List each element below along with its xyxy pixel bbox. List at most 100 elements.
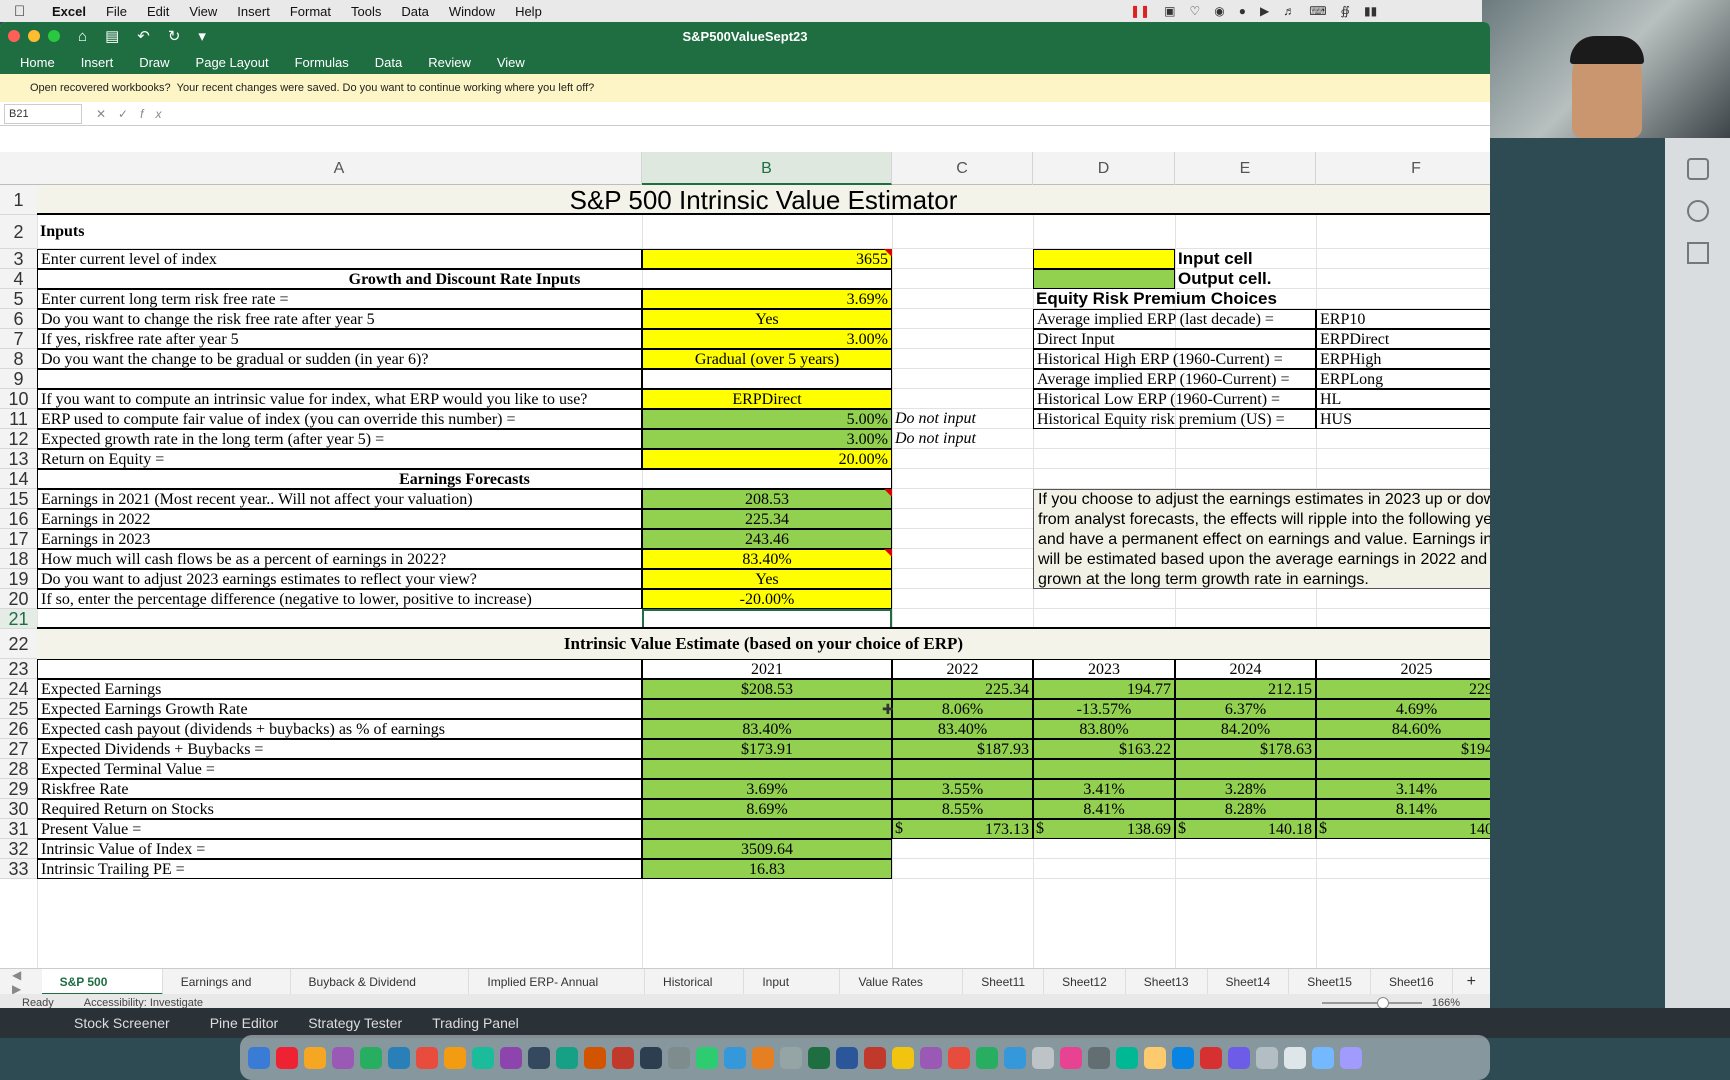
- blank-cell[interactable]: [642, 369, 892, 389]
- row-header[interactable]: 3: [0, 249, 37, 269]
- row-header[interactable]: 24: [0, 679, 37, 699]
- value-cell[interactable]: $173.91: [642, 739, 892, 759]
- value-cell[interactable]: 138.69: [1033, 819, 1175, 839]
- row-label[interactable]: Expected Dividends + Buybacks =: [37, 739, 642, 759]
- dock-app-icon[interactable]: [1284, 1046, 1306, 1069]
- row-header[interactable]: 16: [0, 509, 37, 529]
- dock-app-icon[interactable]: [864, 1046, 886, 1069]
- dock-app-icon[interactable]: [1228, 1046, 1250, 1069]
- record-icon[interactable]: ●: [1239, 4, 1246, 18]
- fx-icon[interactable]: ✕✓fx: [96, 107, 173, 121]
- value-cell[interactable]: 3.28%: [1175, 779, 1316, 799]
- value-cell[interactable]: 225.34: [892, 679, 1033, 699]
- erp-choice-code[interactable]: ERPHigh: [1316, 349, 1490, 369]
- dock-app-icon[interactable]: [696, 1046, 718, 1069]
- row-header[interactable]: 15: [0, 489, 37, 509]
- blank-cell[interactable]: [37, 369, 642, 389]
- legend-input-label[interactable]: Input cell: [1175, 249, 1316, 269]
- dock-app-icon[interactable]: [1088, 1046, 1110, 1069]
- value-cell[interactable]: 8.28%: [1175, 799, 1316, 819]
- cell-grid[interactable]: S&P 500 Intrinsic Value Estimator Inputs E…: [37, 185, 1490, 968]
- erp-choice-code[interactable]: ERPLong: [1316, 369, 1490, 389]
- tab-scroll-icon[interactable]: ◀ ▶: [0, 968, 42, 996]
- draw-tool-icon[interactable]: [1686, 158, 1709, 180]
- dollar-sign[interactable]: $: [1316, 819, 1336, 839]
- value-cell[interactable]: [892, 759, 1033, 779]
- dollar-sign[interactable]: $: [892, 819, 912, 839]
- dock-app-icon[interactable]: [276, 1046, 298, 1069]
- add-sheet-button[interactable]: +: [1453, 973, 1490, 991]
- year-header[interactable]: 2025: [1316, 659, 1490, 679]
- sheet-tab[interactable]: Sheet15: [1289, 968, 1371, 995]
- sheet-tab[interactable]: Input Choices: [744, 968, 841, 1012]
- sheet-tab[interactable]: Sheet16: [1371, 968, 1453, 995]
- row-label[interactable]: Present Value =: [37, 819, 642, 839]
- dock-app-icon[interactable]: [612, 1046, 634, 1069]
- camera-icon[interactable]: ◉: [1214, 4, 1224, 18]
- menu-window[interactable]: Window: [449, 4, 495, 19]
- tab-draw[interactable]: Draw: [139, 55, 169, 70]
- value-cell[interactable]: 140.92: [1316, 819, 1490, 839]
- row-label[interactable]: Expected cash payout (dividends + buybac…: [37, 719, 642, 739]
- input-label-r5[interactable]: Enter current long term risk free rate =: [37, 289, 642, 309]
- col-header-b[interactable]: B: [642, 152, 892, 185]
- pine-editor-tab[interactable]: Pine Editor: [210, 1015, 278, 1031]
- value-cell[interactable]: $187.93: [892, 739, 1033, 759]
- input-label-r10[interactable]: If you want to compute an intrinsic valu…: [37, 389, 642, 409]
- sheet-tab[interactable]: Buyback & Dividend computation: [291, 968, 470, 1012]
- input-label-r13[interactable]: Return on Equity =: [37, 449, 642, 469]
- menu-tools[interactable]: Tools: [351, 4, 381, 19]
- dock-app-icon[interactable]: [332, 1046, 354, 1069]
- value-cell[interactable]: 84.20%: [1175, 719, 1316, 739]
- comment-indicator-icon[interactable]: [884, 249, 892, 257]
- row-header[interactable]: 7: [0, 329, 37, 349]
- col-header-d[interactable]: D: [1033, 152, 1175, 185]
- row-label[interactable]: Expected Earnings Growth Rate: [37, 699, 642, 719]
- dollar-sign[interactable]: $: [1033, 819, 1053, 839]
- menu-help[interactable]: Help: [515, 4, 542, 19]
- dock-app-icon[interactable]: [836, 1046, 858, 1069]
- sheet-tab[interactable]: Sheet11: [963, 968, 1045, 995]
- row-label[interactable]: Riskfree Rate: [37, 779, 642, 799]
- value-cell[interactable]: 83.40%: [892, 719, 1033, 739]
- dock-app-icon[interactable]: [500, 1046, 522, 1069]
- value-cell[interactable]: 3.69%: [642, 779, 892, 799]
- input-value-r13[interactable]: 20.00%: [642, 449, 892, 469]
- row-header[interactable]: 14: [0, 469, 37, 489]
- value-cell[interactable]: 8.14%: [1316, 799, 1490, 819]
- erp-choice-code[interactable]: HL: [1316, 389, 1490, 409]
- input-value-r6[interactable]: Yes: [642, 309, 892, 329]
- shapes-tool-icon[interactable]: [1686, 242, 1709, 264]
- value-cell[interactable]: $194.18: [1316, 739, 1490, 759]
- blank-cell[interactable]: [37, 659, 642, 679]
- menu-edit[interactable]: Edit: [147, 4, 169, 19]
- dock-app-icon[interactable]: [752, 1046, 774, 1069]
- row-header[interactable]: 1: [0, 185, 37, 215]
- row-header[interactable]: 9: [0, 369, 37, 389]
- col-header-f[interactable]: F: [1316, 152, 1490, 185]
- value-cell[interactable]: 140.18: [1175, 819, 1316, 839]
- value-cell[interactable]: 194.77: [1033, 679, 1175, 699]
- battery-icon[interactable]: ▮▮: [1364, 4, 1377, 18]
- menu-view[interactable]: View: [189, 4, 217, 19]
- dock-app-icon[interactable]: [724, 1046, 746, 1069]
- dock-app-icon[interactable]: [1032, 1046, 1054, 1069]
- input-value-r16[interactable]: 225.34: [642, 509, 892, 529]
- row-header[interactable]: 29: [0, 779, 37, 799]
- value-cell[interactable]: [1175, 759, 1316, 779]
- value-cell[interactable]: 3.14%: [1316, 779, 1490, 799]
- erp-choice-code[interactable]: ERP10: [1316, 309, 1490, 329]
- row-header[interactable]: 30: [0, 799, 37, 819]
- input-label-r7[interactable]: If yes, riskfree rate after year 5: [37, 329, 642, 349]
- row-header[interactable]: 32: [0, 839, 37, 859]
- erp-choice-label[interactable]: Average implied ERP (last decade) =: [1033, 309, 1316, 329]
- dock-app-icon[interactable]: [472, 1046, 494, 1069]
- dock-app-icon[interactable]: [360, 1046, 382, 1069]
- dock-app-icon[interactable]: [1256, 1046, 1278, 1069]
- value-cell[interactable]: [642, 699, 892, 719]
- row-header[interactable]: 25: [0, 699, 37, 719]
- infobar-message[interactable]: Your recent changes were saved. Do you w…: [177, 82, 595, 94]
- value-cell[interactable]: 212.15: [1175, 679, 1316, 699]
- bluetooth-icon[interactable]: ∯: [1341, 4, 1350, 18]
- zoom-slider[interactable]: [1321, 997, 1422, 1009]
